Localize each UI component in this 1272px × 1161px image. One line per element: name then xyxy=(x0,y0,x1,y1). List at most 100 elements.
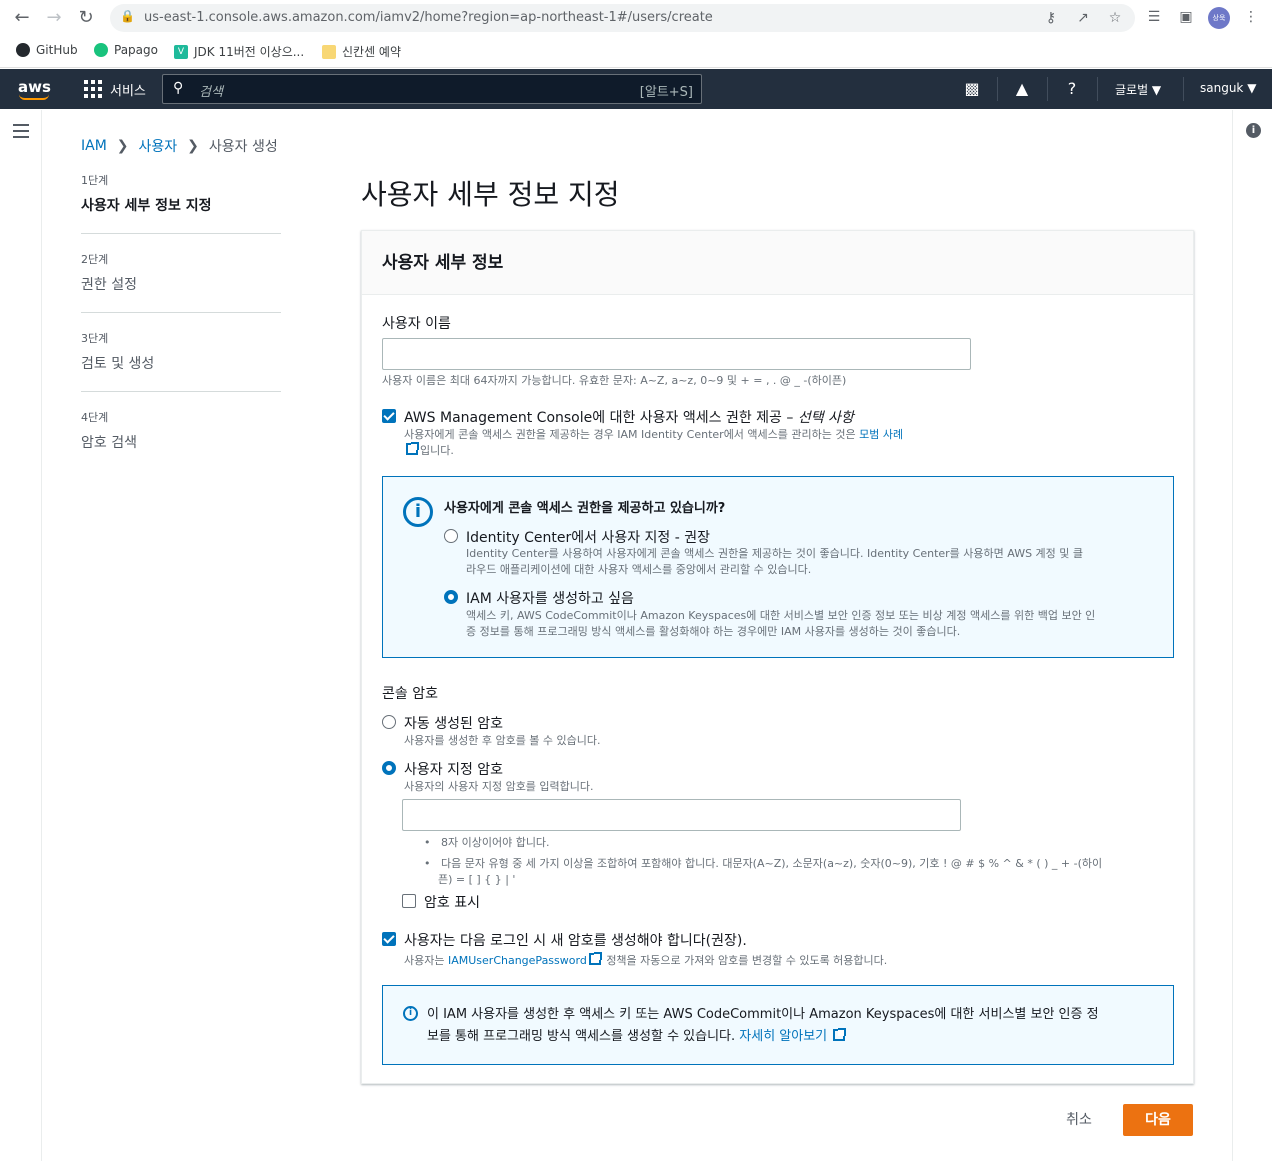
custom-password-desc: 사용자의 사용자 지정 암호를 입력합니다. xyxy=(404,780,594,793)
external-link-icon[interactable] xyxy=(406,442,419,455)
console-access-checkbox[interactable] xyxy=(382,409,396,423)
password-rule-1: • 8자 이상이어야 합니다. xyxy=(424,836,550,849)
identity-center-label: Identity Center에서 사용자 지정 - 권장 xyxy=(466,530,710,546)
services-menu[interactable]: 서비스 xyxy=(110,80,146,99)
v-icon: V xyxy=(174,44,188,59)
console-access-question-box: i 사용자에게 콘솔 액세스 권한을 제공하고 있습니까? Identity C… xyxy=(382,476,1174,658)
bookmark-github[interactable]: GitHub xyxy=(16,43,78,57)
step-4: 4단계 암호 검색 xyxy=(81,411,137,451)
custom-password-radio[interactable] xyxy=(382,761,396,775)
back-icon[interactable]: ← xyxy=(12,8,32,28)
url-text[interactable]: us-east-1.console.aws.amazon.com/iamv2/h… xyxy=(144,10,713,25)
chevron-right-icon: ❯ xyxy=(116,138,129,154)
username-input[interactable] xyxy=(382,338,971,370)
password-rule-2-cont: 픈) = [ ] { } | ' xyxy=(438,873,516,886)
bookmark-shinkansen[interactable]: 신칸센 예약 xyxy=(322,43,401,60)
cloudshell-icon[interactable]: ▩ xyxy=(962,79,982,98)
address-bar[interactable]: 🔒 us-east-1.console.aws.amazon.com/iamv2… xyxy=(110,4,1135,32)
sidepanel-icon[interactable]: ▣ xyxy=(1177,9,1195,25)
cancel-button[interactable]: 취소 xyxy=(1050,1104,1108,1136)
iam-user-radio[interactable] xyxy=(444,590,458,604)
region-selector[interactable]: 글로벌 ▼ xyxy=(1115,81,1161,98)
media-icon[interactable]: ☰ xyxy=(1145,9,1163,25)
show-password-label: 암호 표시 xyxy=(424,895,480,911)
breadcrumb-iam[interactable]: IAM xyxy=(81,138,107,154)
right-rail: i xyxy=(1232,110,1272,1161)
password-rule-2: • 다음 문자 유형 중 세 가지 이상을 조합하여 포함해야 합니다. 대문자… xyxy=(424,857,1103,870)
auto-password-radio[interactable] xyxy=(382,715,396,729)
question-title: 사용자에게 콘솔 액세스 권한을 제공하고 있습니까? xyxy=(444,501,726,516)
menu-dots-icon[interactable]: ⋮ xyxy=(1242,9,1260,25)
forward-icon[interactable]: → xyxy=(44,8,64,28)
step-2: 2단계 권한 설정 xyxy=(81,251,281,313)
browser-toolbar: ← → ↻ 🔒 us-east-1.console.aws.amazon.com… xyxy=(0,0,1272,36)
auto-password-label: 자동 생성된 암호 xyxy=(404,716,504,732)
console-access-desc-end: 입니다. xyxy=(404,442,454,459)
best-practice-link[interactable]: 모범 사례 xyxy=(859,428,903,441)
info-icon: i xyxy=(403,497,433,527)
identity-center-desc-1: Identity Center를 사용하여 사용자에게 콘솔 액세스 권한을 제… xyxy=(466,547,1084,560)
key-icon[interactable]: ⚷ xyxy=(1043,10,1059,26)
auto-password-desc: 사용자를 생성한 후 암호를 볼 수 있습니다. xyxy=(404,734,601,747)
left-rail xyxy=(0,110,42,1161)
reload-icon[interactable]: ↻ xyxy=(76,8,96,28)
iam-user-label: IAM 사용자를 생성하고 싶음 xyxy=(466,591,634,607)
external-link-icon[interactable] xyxy=(833,1028,847,1041)
profile-avatar[interactable]: 상욱 xyxy=(1208,7,1230,29)
console-access-label: AWS Management Console에 대한 사용자 액세스 권한 제공… xyxy=(404,410,854,426)
iam-user-desc-1: 액세스 키, AWS CodeCommit이나 Amazon Keyspaces… xyxy=(466,609,1096,622)
username-hint: 사용자 이름은 최대 64자까지 가능합니다. 유효한 문자: A~Z, a~z… xyxy=(382,374,847,387)
info-icon: i xyxy=(403,1006,418,1021)
console-password-label: 콘솔 암호 xyxy=(382,686,438,702)
policy-link[interactable]: IAMUserChangePassword xyxy=(448,954,587,967)
note-line-1: 이 IAM 사용자를 생성한 후 액세스 키 또는 AWS CodeCommit… xyxy=(427,1007,1099,1022)
programmatic-access-note: i 이 IAM 사용자를 생성한 후 액세스 키 또는 AWS CodeComm… xyxy=(382,985,1174,1065)
aws-logo-smile xyxy=(19,94,49,100)
share-icon[interactable]: ↗ xyxy=(1075,10,1091,26)
search-placeholder: 검색 xyxy=(199,85,223,100)
github-icon xyxy=(16,43,30,57)
custom-password-label: 사용자 지정 암호 xyxy=(404,762,504,778)
info-panel-icon[interactable]: i xyxy=(1246,123,1261,138)
bookmarks-bar: GitHub Papago V JDK 11버전 이상으... 신칸센 예약 xyxy=(0,36,1272,68)
iam-user-desc-2: 증 정보를 통해 프로그래밍 방식 액세스를 활성화해야 하는 경우에만 IAM… xyxy=(466,625,961,638)
hamburger-menu-icon[interactable] xyxy=(13,124,29,142)
folder-icon xyxy=(322,44,336,59)
learn-more-link[interactable]: 자세히 알아보기 xyxy=(739,1029,827,1044)
identity-center-desc-2: 라우드 애플리케이션에 대한 사용자 액세스를 중앙에서 관리할 수 있습니다. xyxy=(466,563,812,576)
bookmark-papago[interactable]: Papago xyxy=(94,43,158,57)
step-1: 1단계 사용자 세부 정보 지정 xyxy=(81,172,281,234)
breadcrumb-current: 사용자 생성 xyxy=(208,139,278,155)
star-icon[interactable]: ☆ xyxy=(1107,10,1123,26)
custom-password-input[interactable] xyxy=(402,799,961,831)
step-3: 3단계 검토 및 생성 xyxy=(81,330,281,392)
services-grid-icon[interactable] xyxy=(84,80,102,98)
breadcrumb-users[interactable]: 사용자 xyxy=(139,136,178,156)
chevron-right-icon: ❯ xyxy=(187,138,199,154)
help-icon[interactable]: ? xyxy=(1062,79,1082,98)
search-shortcut: [알트+S] xyxy=(639,85,693,100)
username-label: 사용자 이름 xyxy=(382,316,451,332)
next-button[interactable]: 다음 xyxy=(1123,1104,1193,1136)
show-password-checkbox[interactable] xyxy=(402,894,416,908)
console-access-desc: 사용자에게 콘솔 액세스 권한을 제공하는 경우 IAM Identity Ce… xyxy=(404,428,904,441)
identity-center-radio[interactable] xyxy=(444,529,458,543)
require-reset-desc: 사용자는 IAMUserChangePassword 정책을 자동으로 가져와 … xyxy=(404,952,888,967)
user-details-panel: 사용자 세부 정보 사용자 이름 사용자 이름은 최대 64자까지 가능합니다.… xyxy=(361,230,1194,1084)
search-icon: ⚲ xyxy=(173,80,184,96)
require-reset-label: 사용자는 다음 로그인 시 새 암호를 생성해야 합니다(권장). xyxy=(404,933,747,949)
bookmark-jdk[interactable]: V JDK 11버전 이상으... xyxy=(174,43,304,60)
search-input[interactable]: ⚲ 검색 [알트+S] xyxy=(162,74,702,104)
page-title: 사용자 세부 정보 지정 xyxy=(361,178,620,211)
external-link-icon[interactable] xyxy=(588,952,602,965)
note-line-2: 보를 통해 프로그래밍 방식 액세스를 생성할 수 있습니다. 자세히 알아보기 xyxy=(427,1026,847,1048)
notifications-icon[interactable]: ▲ xyxy=(1012,79,1032,98)
account-menu[interactable]: sanguk ▼ xyxy=(1200,81,1256,95)
panel-title: 사용자 세부 정보 xyxy=(382,253,504,273)
panel-header: 사용자 세부 정보 xyxy=(362,231,1193,295)
require-reset-checkbox[interactable] xyxy=(382,932,396,946)
wizard-steps: 1단계 사용자 세부 정보 지정 2단계 권한 설정 3단계 검토 및 생성 4… xyxy=(81,172,281,487)
papago-icon xyxy=(94,43,108,57)
breadcrumb: IAM ❯ 사용자 ❯ 사용자 생성 xyxy=(81,136,278,156)
aws-console-nav: aws 서비스 ⚲ 검색 [알트+S] ▩ ▲ ? 글로벌 ▼ sanguk ▼ xyxy=(0,69,1272,109)
